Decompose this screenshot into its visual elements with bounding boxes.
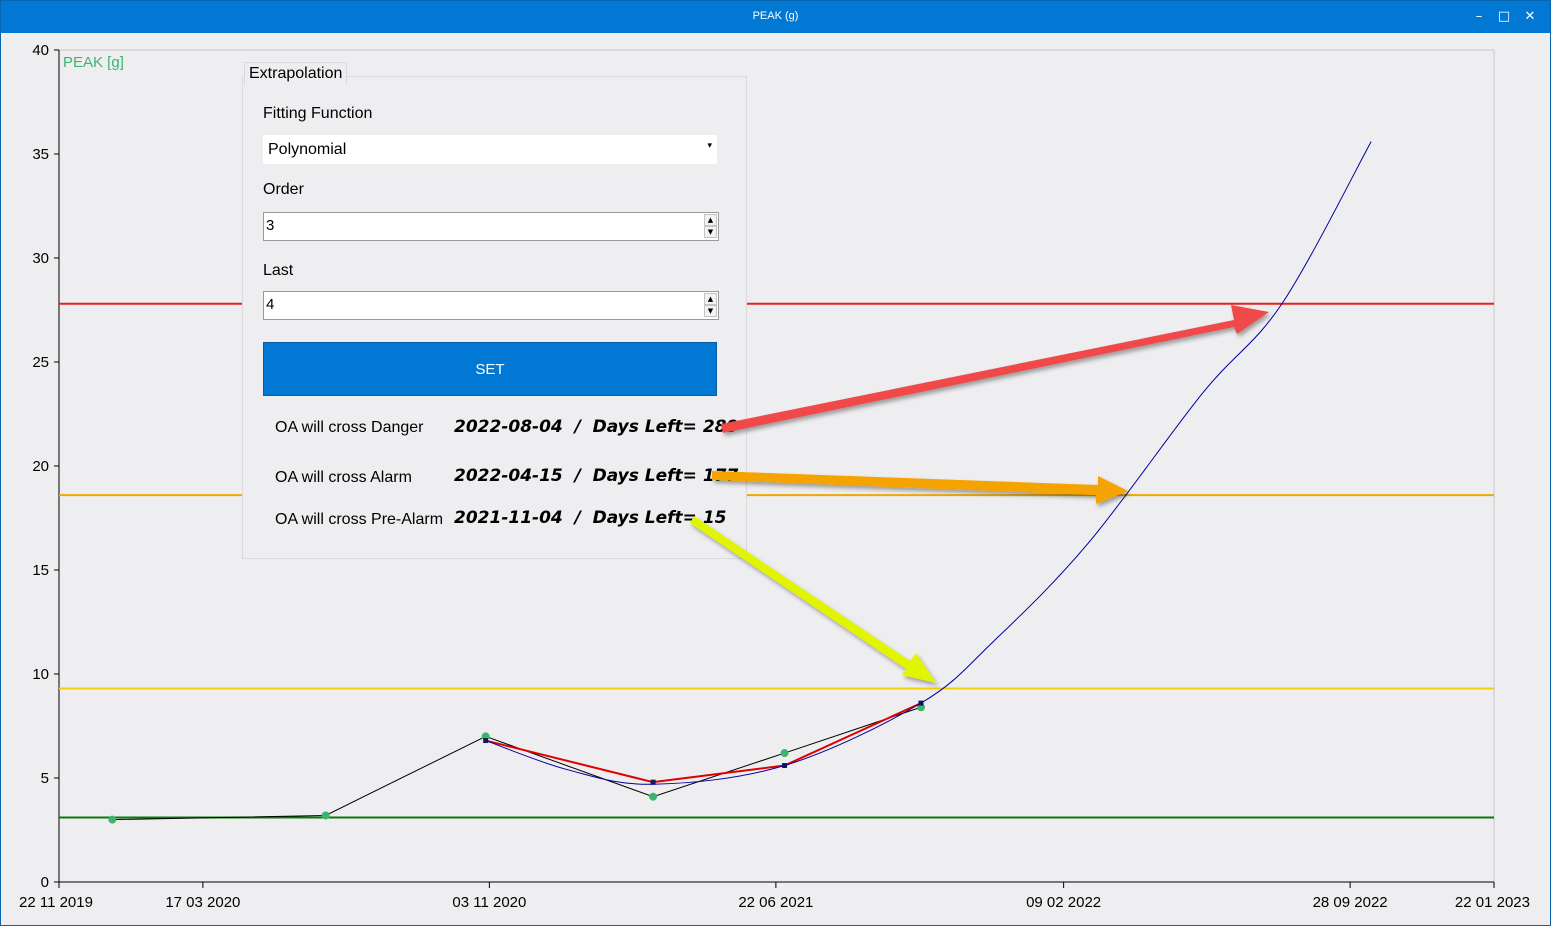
order-increment-icon[interactable]: ▲ [704, 214, 717, 226]
last-increment-icon[interactable]: ▲ [704, 293, 717, 305]
last-label: Last [263, 262, 294, 279]
minimize-button[interactable]: – [1467, 5, 1491, 29]
pre-alarm-result-label: OA will cross Pre-Alarm [275, 511, 444, 528]
data-point [649, 792, 658, 801]
app-window: PEAK (g) – □ ✕ 0 5 10 15 20 25 30 35 40 22 11 201… [0, 0, 1551, 926]
data-point [108, 815, 117, 824]
x-tick-label: 22 06 2021 [738, 894, 813, 911]
chevron-down-icon[interactable]: ▾ [707, 141, 712, 151]
x-tick-label: 22 01 2023 [1455, 894, 1530, 911]
order-label: Order [263, 181, 304, 198]
alarm-result-value: 2022-04-15 / Days Left= 177 [454, 466, 739, 486]
x-tick-label: 28 09 2022 [1313, 894, 1388, 911]
order-decrement-icon[interactable]: ▼ [704, 226, 717, 238]
y-tick-label: 35 [32, 146, 49, 163]
close-button[interactable]: ✕ [1518, 5, 1542, 29]
extrapolation-panel-title: Extrapolation [244, 62, 348, 85]
last-decrement-icon[interactable]: ▼ [704, 305, 717, 317]
y-tick-label: 25 [32, 354, 49, 371]
order-stepper[interactable]: 3 ▲ ▼ [263, 212, 719, 241]
fitting-function-label: Fitting Function [263, 105, 373, 122]
fitting-function-value: Polynomial [268, 141, 347, 158]
pre-alarm-result-value: 2021-11-04 / Days Left= 15 [454, 508, 727, 528]
last-value: 4 [266, 296, 275, 313]
title-bar[interactable]: PEAK (g) – □ ✕ [1, 1, 1550, 33]
y-tick-label: 10 [32, 666, 49, 683]
alarm-result-label: OA will cross Alarm [275, 469, 412, 486]
x-tick-label: 09 02 2022 [1026, 894, 1101, 911]
peak-chart[interactable]: 0 5 10 15 20 25 30 35 40 22 11 2019 17 03 2020 03 1… [1, 34, 1550, 924]
data-point [780, 749, 789, 758]
danger-result-label: OA will cross Danger [275, 419, 424, 436]
y-tick-label: 40 [32, 42, 49, 59]
last-stepper[interactable]: 4 ▲ ▼ [263, 291, 719, 320]
data-point [321, 811, 330, 820]
x-tick-label: 03 11 2020 [452, 894, 526, 911]
y-tick-label: 15 [32, 562, 49, 579]
x-tick-label: 22 11 2019 [19, 894, 93, 911]
window-title: PEAK (g) [752, 10, 799, 22]
y-axis-label: PEAK [g] [63, 54, 124, 71]
x-tick-label: 17 03 2020 [165, 894, 240, 911]
maximize-button[interactable]: □ [1492, 5, 1516, 29]
y-tick-label: 30 [32, 250, 49, 267]
y-tick-label: 0 [41, 874, 49, 891]
order-value: 3 [266, 217, 275, 234]
y-tick-label: 20 [32, 458, 49, 475]
danger-result-value: 2022-08-04 / Days Left= 289 [454, 417, 739, 437]
set-button[interactable]: SET [263, 342, 717, 396]
fitting-function-select[interactable]: Polynomial ▾ [263, 135, 717, 164]
y-tick-label: 5 [41, 770, 49, 787]
